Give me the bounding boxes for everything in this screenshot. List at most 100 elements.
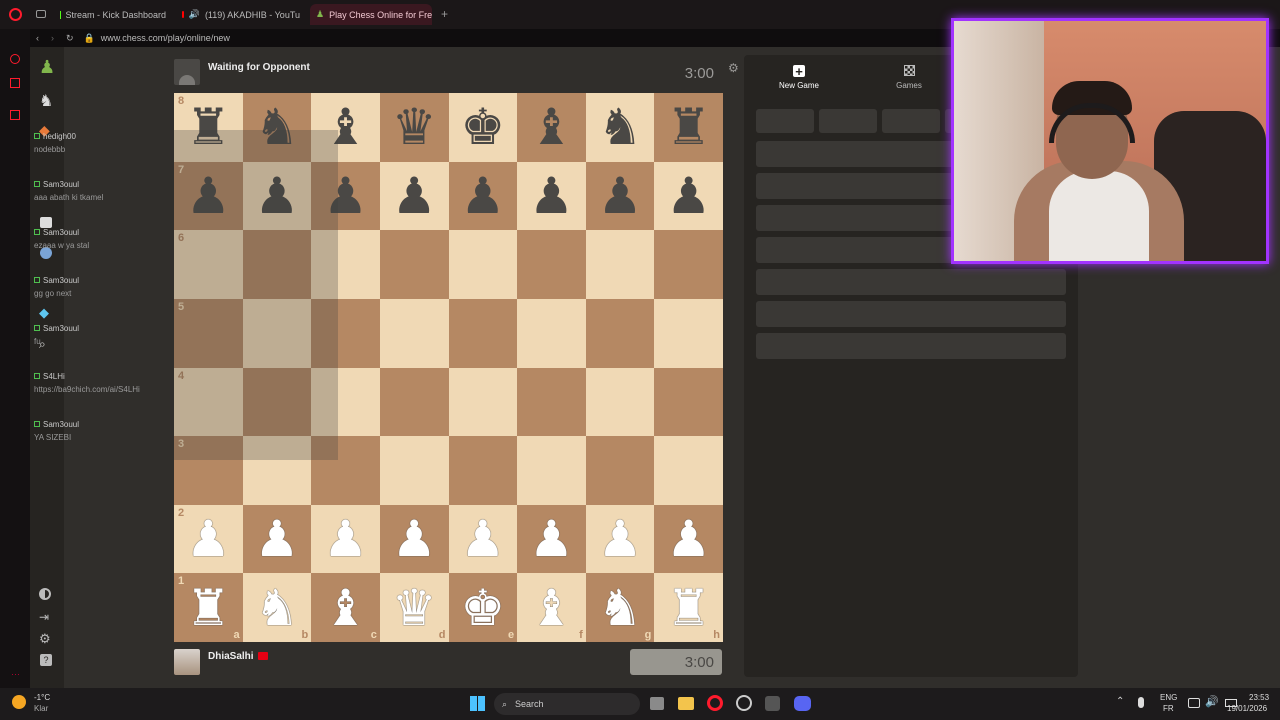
weather-icon[interactable] — [12, 695, 26, 709]
board-square[interactable]: ♟ — [517, 161, 586, 231]
board-square[interactable] — [517, 230, 586, 299]
chess-piece[interactable]: ♜ — [186, 583, 231, 633]
chess-piece[interactable]: ♟ — [598, 514, 643, 564]
url-input[interactable]: www.chess.com/play/online/new — [101, 33, 230, 43]
chess-piece[interactable]: ♟ — [392, 514, 437, 564]
board-square[interactable]: e ♚ — [448, 573, 518, 642]
taskbar-search[interactable]: ⌕ Search — [494, 693, 640, 715]
clock-time[interactable]: 23:53 — [1249, 693, 1269, 702]
chess-piece[interactable]: ♟ — [323, 171, 368, 221]
board-square[interactable]: ♟ — [517, 504, 586, 574]
board-square[interactable] — [517, 298, 586, 368]
board-square[interactable] — [448, 367, 518, 437]
board-square[interactable] — [242, 436, 312, 505]
chess-piece[interactable]: ♞ — [598, 583, 643, 633]
app-icon[interactable] — [765, 696, 780, 711]
chess-piece[interactable]: ♟ — [666, 514, 711, 564]
chess-piece[interactable]: ♟ — [460, 514, 505, 564]
board-square[interactable] — [654, 230, 723, 299]
board-square[interactable] — [585, 230, 655, 299]
chess-piece[interactable]: ♟ — [186, 171, 231, 221]
board-square[interactable]: 8 ♜ — [174, 93, 243, 162]
board-square[interactable]: h ♜ — [654, 573, 723, 642]
board-square[interactable]: ♟ — [242, 161, 312, 231]
board-square[interactable]: ♝ — [517, 93, 586, 162]
forward-icon[interactable]: › — [51, 33, 54, 43]
chess-piece[interactable]: ♝ — [529, 102, 574, 152]
board-square[interactable]: b ♞ — [242, 573, 312, 642]
chess-piece[interactable]: ♛ — [392, 583, 437, 633]
chess-piece[interactable]: ♜ — [666, 102, 711, 152]
chess-piece[interactable]: ♟ — [598, 171, 643, 221]
chess-piece[interactable]: ♟ — [529, 514, 574, 564]
board-square[interactable] — [448, 298, 518, 368]
board-square[interactable] — [379, 436, 449, 505]
new-tab-icon[interactable]: + — [441, 7, 448, 21]
tab-kick-dashboard[interactable]: Stream - Kick Dashboard — [54, 4, 172, 25]
collapse-icon[interactable]: ⇥ — [39, 610, 49, 624]
chess-piece[interactable]: ♛ — [392, 102, 437, 152]
settings-gear-icon[interactable]: ⚙ — [728, 61, 739, 75]
board-square[interactable] — [585, 367, 655, 437]
help-icon[interactable]: ? — [40, 654, 52, 666]
board-square[interactable]: g ♞ — [585, 573, 655, 642]
board-square[interactable]: ♟ — [654, 504, 723, 574]
chess-board[interactable]: 8 ♜ ♞ ♝ ♛ ♚ ♝ ♞ ♜ 7 ♟ ♟ ♟ ♟ ♟ ♟ ♟ ♟ 6 5 4 3 2 ♟ ♟ ♟ ♟ ♟ ♟ ♟ ♟ 1 a ♜ b ♞ c ♝ d ♛… — [174, 93, 723, 642]
chess-piece[interactable]: ♝ — [323, 583, 368, 633]
chess-piece[interactable]: ♞ — [255, 583, 300, 633]
board-square[interactable]: f ♝ — [517, 573, 586, 642]
theme-toggle-icon[interactable] — [39, 588, 51, 600]
board-square[interactable] — [311, 367, 380, 437]
board-square[interactable]: ♟ — [585, 161, 655, 231]
board-square[interactable] — [585, 298, 655, 368]
board-square[interactable]: ♝ — [311, 93, 380, 162]
board-square[interactable] — [242, 230, 312, 299]
chess-piece[interactable]: ♟ — [323, 514, 368, 564]
board-square[interactable]: 3 — [174, 436, 243, 505]
board-square[interactable]: ♟ — [379, 161, 449, 231]
player-name[interactable]: DhiaSalhi — [208, 651, 254, 662]
board-square[interactable] — [448, 230, 518, 299]
settings-gear-icon[interactable]: ⚙ — [39, 631, 51, 647]
board-square[interactable]: ♟ — [654, 161, 723, 231]
board-square[interactable]: 2 ♟ — [174, 504, 243, 574]
board-square[interactable]: ♚ — [448, 93, 518, 162]
board-square[interactable] — [517, 367, 586, 437]
board-square[interactable] — [242, 298, 312, 368]
chess-piece[interactable]: ♟ — [186, 514, 231, 564]
board-square[interactable]: ♟ — [585, 504, 655, 574]
microphone-icon[interactable] — [1138, 697, 1144, 708]
chess-piece[interactable]: ♟ — [666, 171, 711, 221]
board-square[interactable] — [379, 367, 449, 437]
chess-piece[interactable]: ♚ — [460, 102, 505, 152]
opera-sidebar-icon-1[interactable] — [10, 54, 20, 64]
opera-sidebar-icon-2[interactable] — [10, 78, 20, 88]
back-icon[interactable]: ‹ — [36, 33, 39, 43]
board-square[interactable] — [517, 436, 586, 505]
board-square[interactable]: ♟ — [311, 504, 380, 574]
tray-chevron-icon[interactable]: ⌃ — [1116, 696, 1124, 707]
board-square[interactable] — [379, 298, 449, 368]
opera-logo-icon[interactable] — [9, 8, 22, 21]
reload-icon[interactable]: ↻ — [66, 33, 74, 44]
board-square[interactable]: d ♛ — [379, 573, 449, 642]
network-icon[interactable] — [1188, 698, 1200, 708]
play-icon[interactable]: ♞ — [39, 91, 53, 111]
chess-piece[interactable]: ♚ — [460, 583, 505, 633]
chess-piece[interactable]: ♟ — [255, 171, 300, 221]
board-square[interactable]: ♛ — [379, 93, 449, 162]
board-square[interactable]: 6 — [174, 230, 243, 299]
chess-piece[interactable]: ♟ — [460, 171, 505, 221]
chess-piece[interactable]: ♟ — [529, 171, 574, 221]
player-avatar[interactable] — [174, 649, 200, 675]
board-square[interactable] — [448, 436, 518, 505]
board-square[interactable] — [654, 436, 723, 505]
board-square[interactable]: ♟ — [379, 504, 449, 574]
lang-bottom[interactable]: FR — [1163, 704, 1174, 713]
board-square[interactable] — [242, 367, 312, 437]
volume-icon[interactable]: 🔊 — [1205, 695, 1219, 708]
board-square[interactable] — [311, 230, 380, 299]
board-square[interactable]: c ♝ — [311, 573, 380, 642]
opera-taskbar-icon[interactable] — [707, 695, 723, 711]
task-view-icon[interactable] — [650, 697, 664, 710]
